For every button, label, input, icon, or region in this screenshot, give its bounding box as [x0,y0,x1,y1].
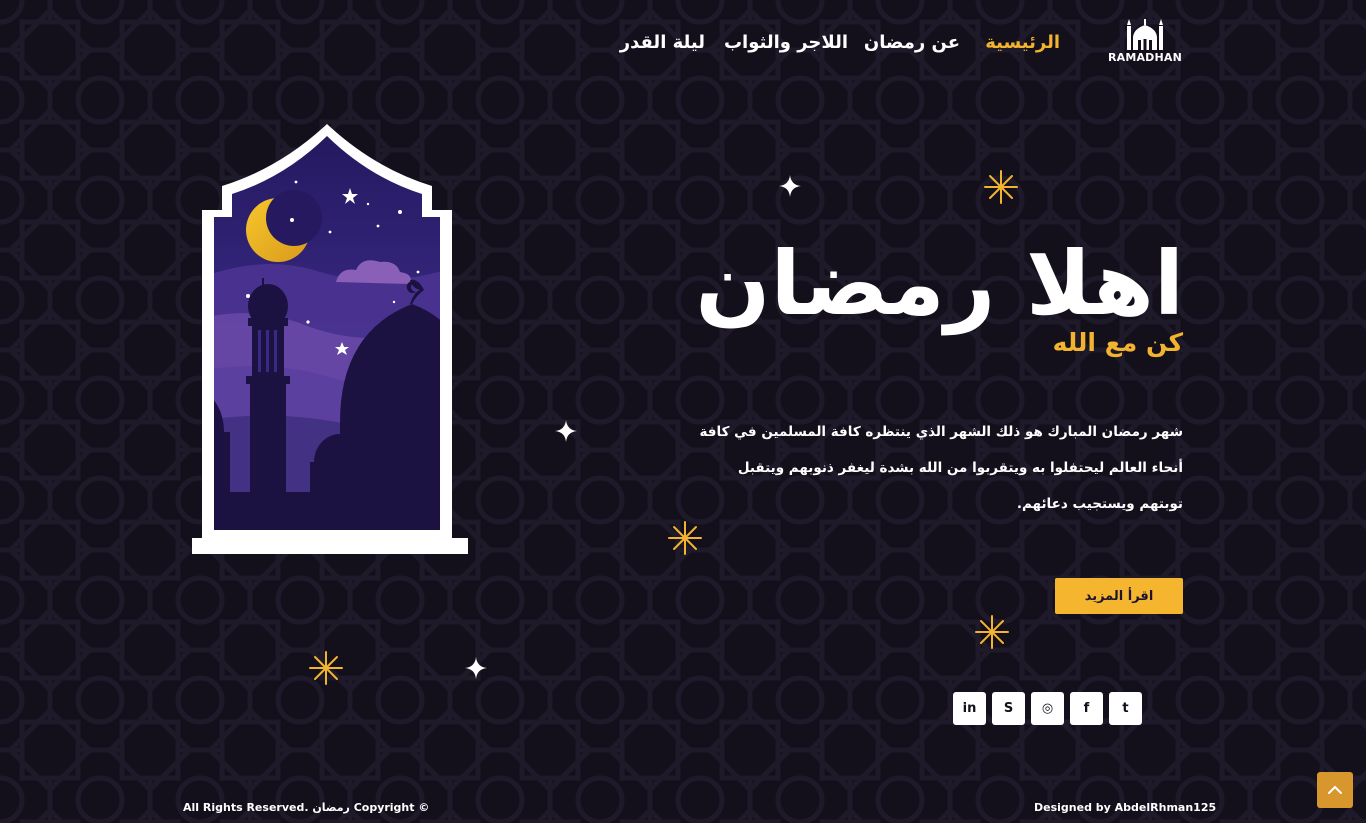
sparkle-icon [975,615,1009,649]
nav-item-reward[interactable]: اللاجر والثواب [724,30,848,56]
scroll-top-button[interactable] [1317,772,1353,808]
facebook-button[interactable]: f [1070,692,1103,725]
logo-text: RAMADHAN [1107,51,1183,64]
linkedin-button[interactable]: in [953,692,986,725]
nav-item-about-ramadan[interactable]: عن رمضان [864,30,960,56]
facebook-icon: f [1083,701,1090,716]
sparkle-icon [779,175,801,197]
sparkle-icon [465,657,487,679]
read-more-button[interactable]: اقرأ المزيد [1055,578,1183,614]
skype-icon: S [1003,701,1014,716]
instagram-icon: ◎ [1041,701,1054,716]
social-links: in S ◎ f t [953,692,1143,725]
brand-logo[interactable]: RAMADHAN [1104,18,1186,68]
mosque-icon [1127,19,1163,50]
sparkle-icon [555,420,577,442]
ramadan-window-illustration [192,124,468,554]
chevron-up-icon [1328,785,1342,794]
twitter-button[interactable]: t [1109,692,1142,725]
sparkle-icon [984,170,1018,204]
hero-description: شهر رمضان المبارك هو ذلك الشهر الذي ينتظ… [699,424,1184,512]
nav-item-laylat-al-qadr[interactable]: ليلة القدر [620,30,705,56]
main-navigation: الرئيسية عن رمضان اللاجر والثواب ليلة ال… [600,30,1070,58]
hero-subtitle: كن مع الله [1052,328,1183,357]
instagram-button[interactable]: ◎ [1031,692,1064,725]
sparkle-icon [668,521,702,555]
linkedin-icon: in [962,701,977,716]
skype-button[interactable]: S [992,692,1025,725]
designed-by-text: Designed by AbdelRhman125 [1034,801,1217,814]
sparkle-icon [309,651,343,685]
copyright-text: All Rights Reserved. رمضان Copyright © [183,801,430,814]
nav-item-home[interactable]: الرئيسية [985,30,1060,56]
twitter-icon: t [1122,701,1129,716]
